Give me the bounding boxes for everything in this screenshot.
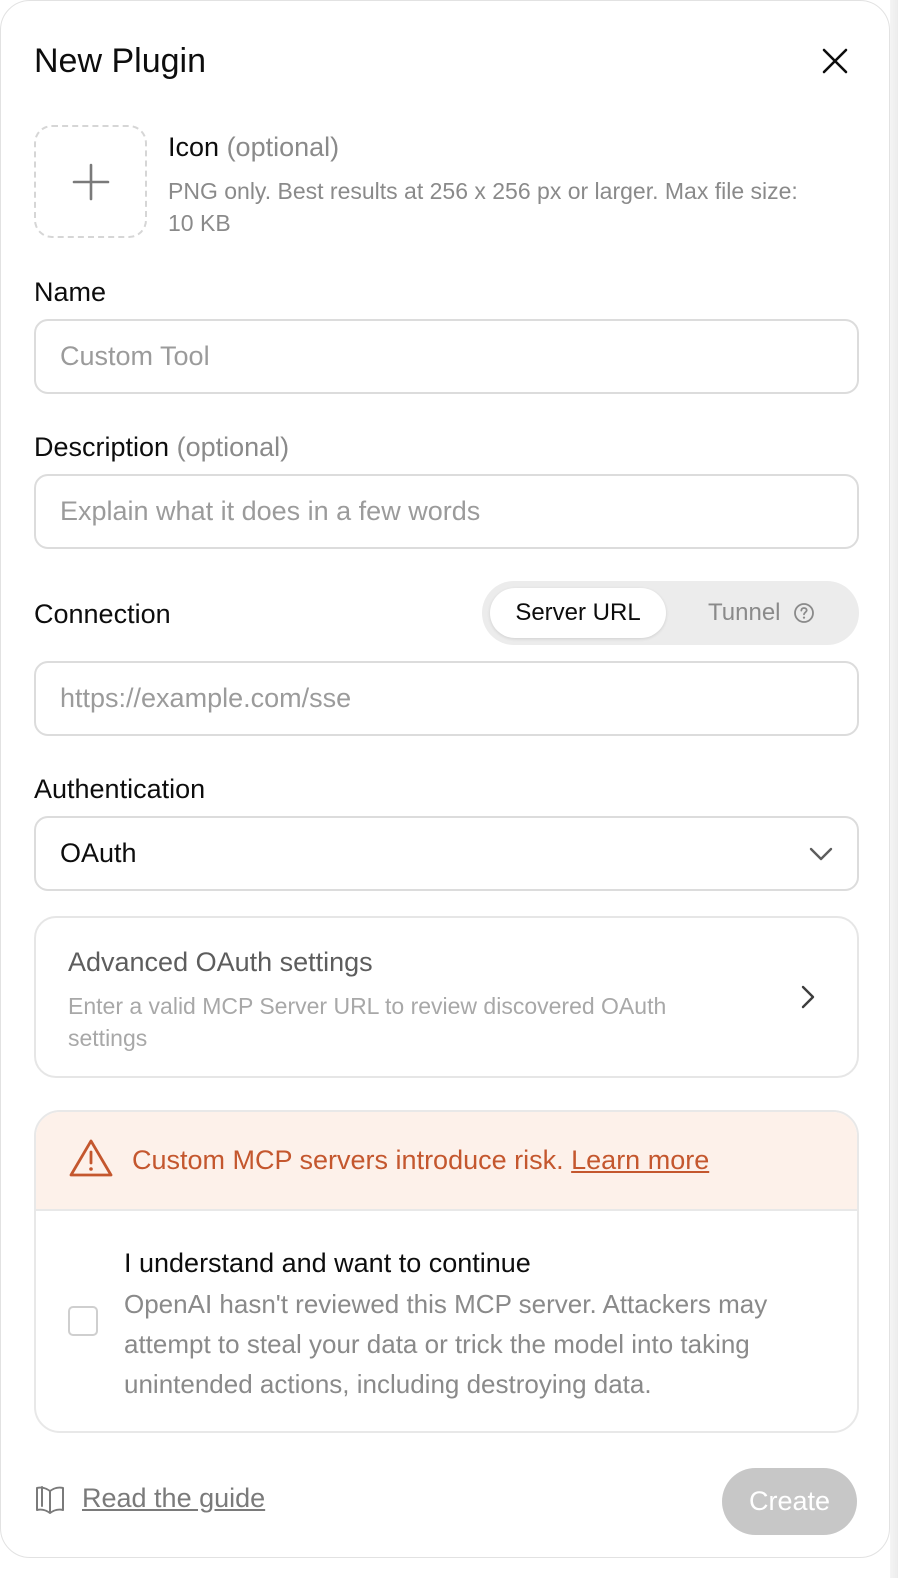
authentication-selected-value: OAuth [60, 838, 137, 868]
server-url-input[interactable] [34, 661, 859, 736]
risk-warning-text: Custom MCP servers introduce risk. Learn… [132, 1142, 709, 1178]
tunnel-option[interactable]: Tunnel [682, 588, 852, 638]
connection-type-toggle: Server URL Tunnel [482, 581, 859, 645]
server-url-option[interactable]: Server URL [490, 588, 666, 638]
name-label: Name [34, 277, 107, 307]
learn-more-link[interactable]: Learn more [571, 1145, 709, 1175]
acknowledge-title: I understand and want to continue [124, 1248, 531, 1278]
book-icon [36, 1485, 64, 1514]
description-input[interactable] [34, 474, 859, 549]
name-input[interactable] [34, 319, 859, 394]
chevron-down-icon [809, 847, 833, 860]
risk-acknowledgement-card: Custom MCP servers introduce risk. Learn… [34, 1110, 859, 1433]
background-edge [890, 0, 898, 1578]
advanced-oauth-title: Advanced OAuth settings [68, 947, 373, 977]
create-button[interactable]: Create [722, 1468, 857, 1535]
icon-hint-text: PNG only. Best results at 256 x 256 px o… [168, 178, 798, 236]
authentication-select[interactable]: OAuth [34, 816, 859, 891]
acknowledge-checkbox[interactable] [68, 1306, 98, 1336]
chevron-right-icon [801, 985, 815, 1009]
description-label: Description (optional) [34, 429, 289, 465]
dialog-title: New Plugin [34, 42, 206, 80]
server-url-option-label: Server URL [515, 599, 641, 626]
risk-warning-banner: Custom MCP servers introduce risk. Learn… [36, 1112, 857, 1211]
authentication-label: Authentication [34, 774, 206, 804]
close-button[interactable] [809, 35, 861, 87]
icon-upload-button[interactable] [34, 125, 147, 238]
acknowledge-description: OpenAI hasn't reviewed this MCP server. … [124, 1289, 768, 1399]
help-circle-icon[interactable] [793, 602, 815, 624]
plus-icon [72, 163, 109, 200]
advanced-oauth-settings[interactable]: Advanced OAuth settings Enter a valid MC… [34, 916, 859, 1078]
tunnel-option-label: Tunnel [708, 599, 781, 626]
close-icon [822, 48, 848, 74]
create-button-label: Create [748, 1486, 831, 1516]
icon-field-label: Icon (optional) [168, 129, 339, 165]
icon-label-text: Icon [168, 132, 220, 162]
read-the-guide-link[interactable]: Read the guide [34, 1483, 265, 1514]
new-plugin-dialog: New Plugin Icon (optional) PNG only. Bes… [0, 0, 890, 1558]
connection-label: Connection [34, 599, 171, 629]
description-label-text: Description [34, 432, 170, 462]
read-the-guide-text: Read the guide [82, 1483, 266, 1513]
description-optional-text: (optional) [176, 432, 290, 462]
icon-optional-text: (optional) [226, 132, 340, 162]
warning-triangle-icon [69, 1139, 113, 1177]
risk-warning-message: Custom MCP servers introduce risk. [132, 1145, 564, 1175]
advanced-oauth-description: Enter a valid MCP Server URL to review d… [68, 993, 667, 1051]
